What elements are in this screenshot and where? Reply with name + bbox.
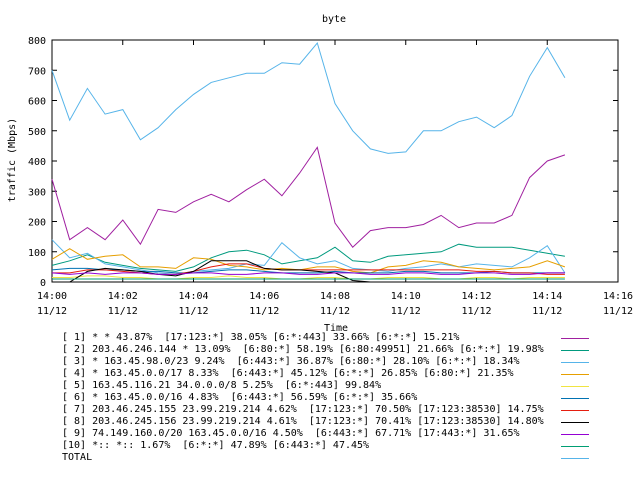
legend-entry: [10] *:: *:: 1.67% [6:*:*] 47.89% [6:443… (62, 440, 602, 452)
legend-entry: [ 8] 203.46.245.156 23.99.219.214 4.61% … (62, 416, 602, 428)
legend-label: [10] *:: *:: 1.67% [6:*:*] 47.89% [6:443… (62, 440, 370, 451)
y-tick-label: 600 (28, 97, 46, 108)
x-tick-time-label: 14:06 (249, 291, 279, 302)
legend-entry: [ 9] 74.149.160.0/20 163.45.0.0/16 4.50%… (62, 428, 602, 440)
legend-entry: [ 3] * 163.45.98.0/23 9.24% [6:443:*] 36… (62, 356, 602, 368)
series-lines (51, 41, 566, 283)
x-tick-time-label: 14:12 (461, 291, 491, 302)
legend-entry: [ 6] * 163.45.0.0/16 4.83% [6:443:*] 56.… (62, 392, 602, 404)
legend-label: [ 1] * * 43.87% [17:123:*] 38.05% [6:*:4… (62, 332, 460, 343)
legend-swatch (561, 422, 589, 423)
x-tick-date-label: 11/12 (391, 306, 421, 317)
y-tick-label: 500 (28, 127, 46, 138)
legend-swatch (561, 362, 589, 363)
x-tick-date-label: 11/12 (461, 306, 491, 317)
x-axis-label: Time (324, 323, 348, 332)
legend-label: [ 9] 74.149.160.0/20 163.45.0.0/16 4.50%… (62, 428, 520, 439)
chart-title: byte (322, 14, 346, 25)
y-tick-label: 0 (40, 278, 46, 289)
legend-swatch (561, 386, 589, 387)
legend-entry: [ 5] 163.45.116.21 34.0.0.0/8 5.25% [6:*… (62, 380, 602, 392)
y-axis-label: traffic (Mbps) (7, 118, 18, 202)
traffic-chart: byte traffic (Mbps) Time 0 100 200 300 400 50… (7, 14, 633, 332)
legend-label: [ 3] * 163.45.98.0/23 9.24% [6:443:*] 36… (62, 356, 520, 367)
series-line-1 (51, 146, 566, 248)
series-line-2 (51, 243, 565, 272)
legend-label: [ 7] 203.46.245.155 23.99.219.214 4.62% … (62, 404, 544, 415)
legend-swatch (561, 398, 589, 399)
x-tick-date-label: 11/12 (108, 306, 138, 317)
x-tick-time-label: 14:04 (178, 291, 208, 302)
legend-entry: TOTAL (62, 452, 602, 464)
y-tick-label: 300 (28, 187, 46, 198)
x-tick-date-label: 11/12 (532, 306, 562, 317)
legend-entry: [ 7] 203.46.245.155 23.99.219.214 4.62% … (62, 404, 602, 416)
legend-swatch (561, 338, 589, 339)
y-tick-label: 100 (28, 248, 46, 259)
x-tick-time-label: 14:08 (320, 291, 350, 302)
y-axis-ticks: 0 100 200 300 400 500 600 700 800 (28, 36, 618, 289)
x-tick-date-label: 11/12 (320, 306, 350, 317)
legend-label: [ 4] * 163.45.0.0/17 8.33% [6:443:*] 45.… (62, 368, 514, 379)
legend-entry: [ 1] * * 43.87% [17:123:*] 38.05% [6:*:4… (62, 332, 602, 344)
x-tick-date-label: 11/12 (37, 306, 67, 317)
legend-label: [ 6] * 163.45.0.0/16 4.83% [6:443:*] 56.… (62, 392, 418, 403)
legend-swatch (561, 410, 589, 411)
y-tick-label: 700 (28, 66, 46, 77)
x-tick-time-label: 14:14 (532, 291, 562, 302)
x-tick-time-label: 14:16 (603, 291, 633, 302)
legend-entry: [ 4] * 163.45.0.0/17 8.33% [6:443:*] 45.… (62, 368, 602, 380)
legend-label: TOTAL (62, 452, 93, 463)
x-tick-time-label: 14:00 (37, 291, 67, 302)
plot-frame (51, 39, 619, 283)
x-axis-ticks: 14:00 11/12 14:02 11/12 14:04 11/12 14:06 11/12… (37, 40, 633, 317)
legend-entry: [ 2] 203.46.246.144 * 13.09% [6:80:*] 58… (62, 344, 602, 356)
x-tick-date-label: 11/12 (178, 306, 208, 317)
y-tick-label: 200 (28, 218, 46, 229)
legend-swatch (561, 350, 589, 351)
legend-label: [ 8] 203.46.245.156 23.99.219.214 4.61% … (62, 416, 544, 427)
x-tick-time-label: 14:10 (391, 291, 421, 302)
legend-label: [ 5] 163.45.116.21 34.0.0.0/8 5.25% [6:*… (62, 380, 382, 391)
y-tick-label: 400 (28, 157, 46, 168)
legend-swatch (561, 458, 589, 459)
legend-swatch (561, 434, 589, 435)
y-tick-label: 800 (28, 36, 46, 47)
x-tick-date-label: 11/12 (249, 306, 279, 317)
series-line-11 (51, 41, 566, 154)
x-tick-time-label: 14:02 (108, 291, 138, 302)
legend-swatch (561, 446, 589, 447)
x-tick-date-label: 11/12 (603, 306, 633, 317)
legend-label: [ 2] 203.46.246.144 * 13.09% [6:80:*] 58… (62, 344, 544, 355)
legend-swatch (561, 374, 589, 375)
